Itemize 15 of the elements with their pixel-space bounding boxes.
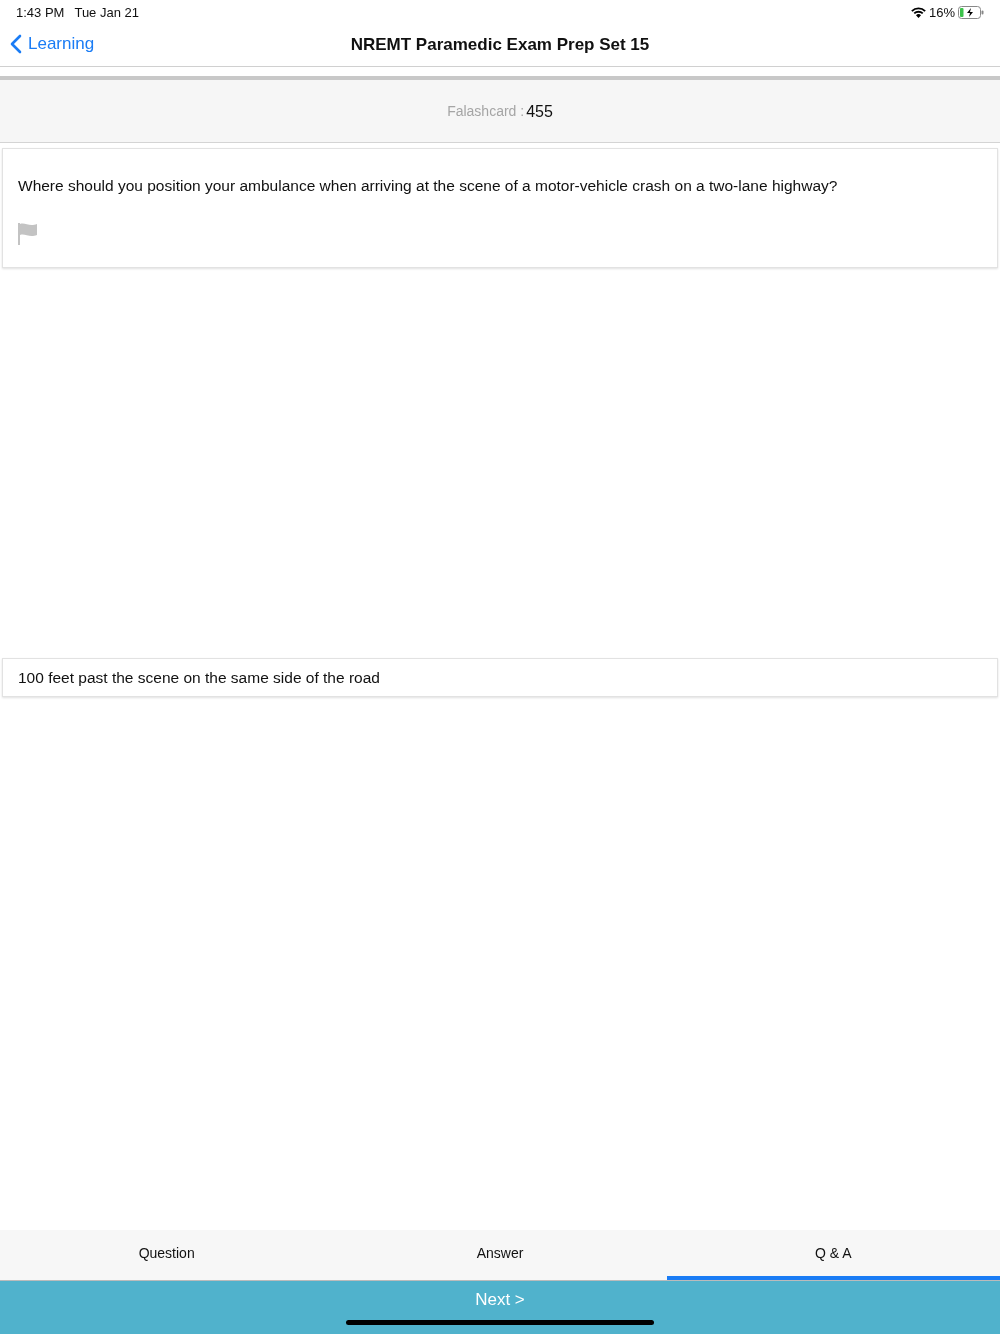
battery-percent: 16%: [928, 4, 955, 20]
answer-text: 100 feet past the scene on the same side of the road: [18, 669, 381, 687]
status-date: Tue Jan 21: [74, 4, 139, 20]
chevron-left-icon: [10, 34, 22, 54]
flashcard-number: 455: [526, 103, 553, 121]
flag-icon[interactable]: [18, 223, 38, 245]
wifi-icon: [910, 6, 926, 18]
tab[interactable]: Answer: [333, 1230, 667, 1280]
battery-icon: [958, 5, 984, 19]
flashcard-label: Falashcard :: [447, 103, 525, 119]
question-text: Where should you position your ambulance when arriving at the scene of a motor-vehicle crash on a two-lane highway?: [18, 177, 839, 195]
back-link[interactable]: Learning: [10, 34, 95, 54]
page-title: NREMT Paramedic Exam Prep Set 15: [350, 35, 650, 55]
tab[interactable]: Question: [0, 1230, 334, 1280]
status-time: 1:43 PM: [16, 4, 65, 20]
